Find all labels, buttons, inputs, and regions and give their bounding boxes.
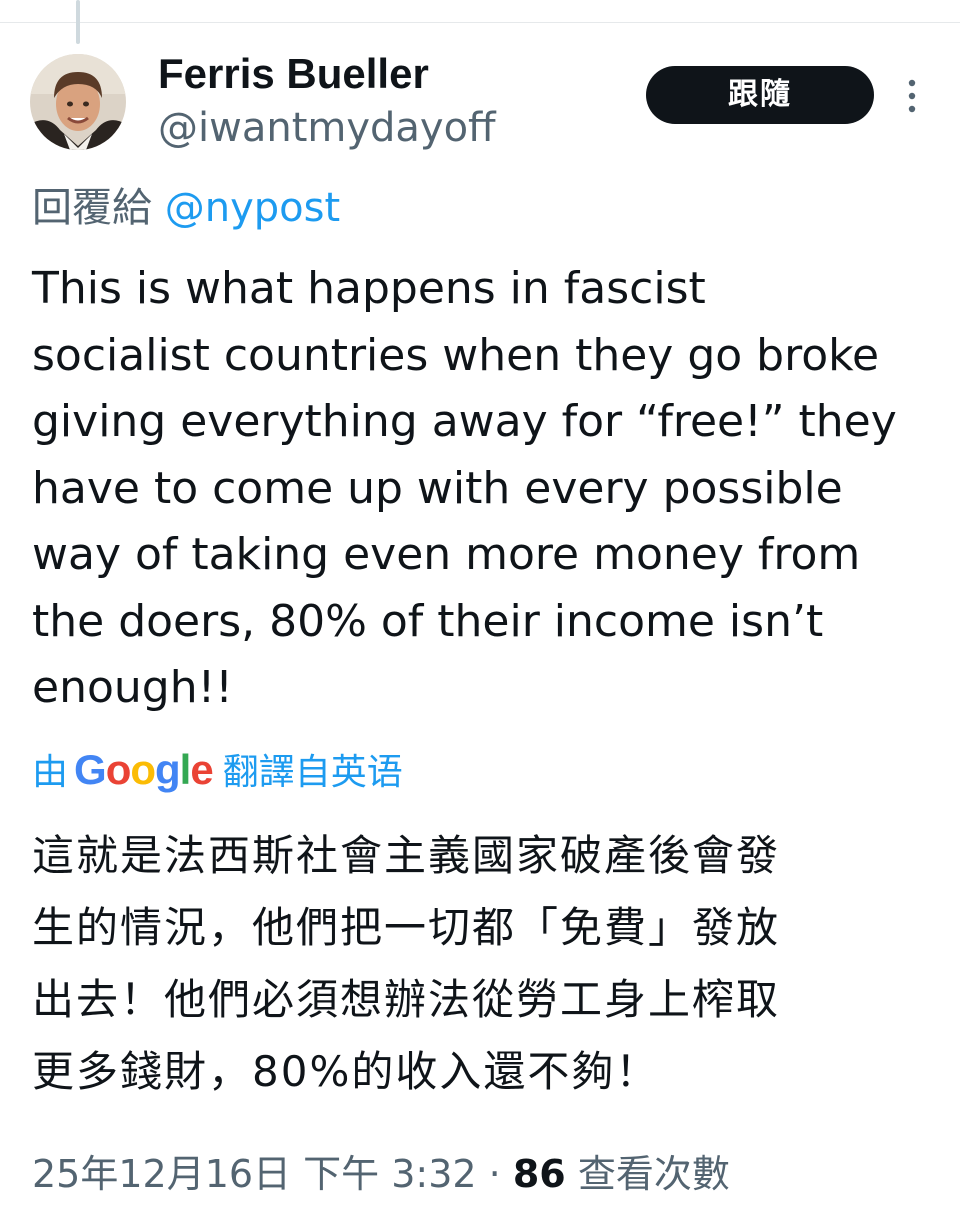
translated-text-line: 更多錢財，80%的收入還不夠！ <box>32 1047 660 1096</box>
tweet-text-line: the doers, 80% of their income isn’t <box>32 595 824 647</box>
view-count: 86 <box>512 1152 566 1196</box>
author-display-name[interactable]: Ferris Bueller <box>158 48 429 100</box>
thread-connector-line <box>76 0 80 44</box>
tweet-text-line: enough!! <box>32 662 233 713</box>
tweet-text-line: This is what happens in fascist <box>32 263 706 314</box>
translation-credit-link[interactable]: 由 Google 翻譯自英语 <box>32 742 403 801</box>
tweet-timestamp[interactable]: 25年12月16日 下午 3:32 <box>32 1152 477 1196</box>
translation-suffix-label: 翻譯自英语 <box>222 752 403 793</box>
tweet-text-line: giving everything away for “free!” they <box>32 396 897 447</box>
more-vertical-icon[interactable] <box>898 76 926 116</box>
reply-context: 回覆給 @nypost <box>32 180 340 236</box>
tweet-text-line: way of taking even more money from <box>32 529 861 580</box>
views-label: 查看次數 <box>577 1152 730 1196</box>
translated-text-line: 出去！他們必須想辦法從勞工身上榨取 <box>32 975 781 1024</box>
author-handle[interactable]: @iwantmydayoff <box>158 102 496 154</box>
top-divider <box>0 22 960 23</box>
tweet-text: This is what happens in fascist socialis… <box>32 256 932 722</box>
reply-mention-link[interactable]: @nypost <box>165 185 340 231</box>
tweet-meta: 25年12月16日 下午 3:32 · 86 查看次數 <box>32 1142 730 1206</box>
tweet-text-line: socialist countries when they go broke <box>32 329 880 381</box>
meta-separator: · <box>488 1152 501 1196</box>
avatar-image <box>30 54 126 150</box>
follow-button[interactable]: 跟隨 <box>646 66 874 124</box>
translation-by-label: 由 <box>32 752 69 793</box>
translated-text-line: 這就是法西斯社會主義國家破產後會發 <box>32 831 781 880</box>
tweet-text-line: have to come up with every possible <box>32 462 843 514</box>
translated-text-line: 生的情況，他們把一切都「免費」發放 <box>32 903 781 952</box>
author-avatar[interactable] <box>30 54 126 150</box>
reply-prefix: 回覆給 <box>32 185 152 231</box>
google-logo: Google <box>74 746 214 793</box>
translated-text: 這就是法西斯社會主義國家破產後會發 生的情況，他們把一切都「免費」發放 出去！他… <box>32 820 932 1108</box>
